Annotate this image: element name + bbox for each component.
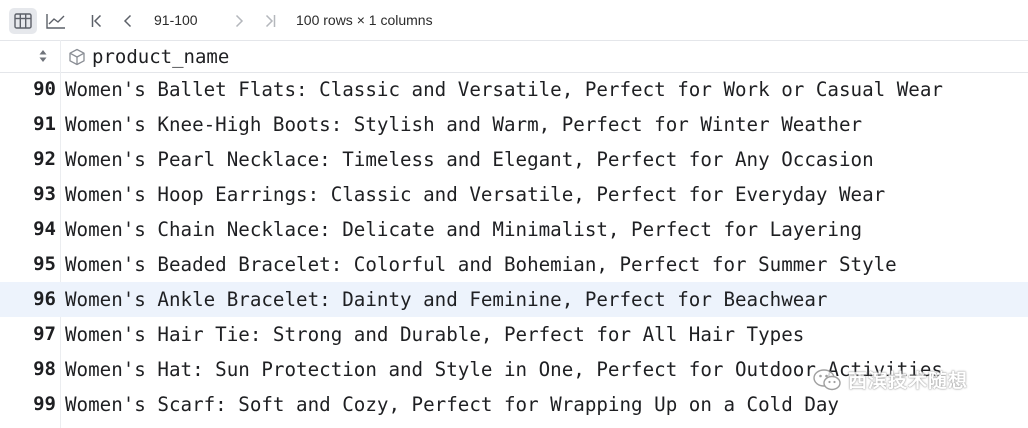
cell-product-name[interactable]: Women's Ankle Bracelet: Dainty and Femin…: [65, 288, 827, 311]
wechat-logo-icon: [813, 368, 841, 390]
row-number: 91: [33, 113, 56, 135]
table-row[interactable]: 92 Women's Pearl Necklace: Timeless and …: [0, 142, 1028, 177]
first-page-button[interactable]: [83, 8, 111, 34]
row-number: 95: [33, 253, 56, 275]
cell-product-name[interactable]: Women's Beaded Bracelet: Colorful and Bo…: [65, 253, 897, 276]
last-page-button[interactable]: [256, 8, 284, 34]
row-number: 92: [33, 148, 56, 170]
row-number: 99: [33, 393, 56, 415]
last-page-icon: [265, 14, 276, 28]
cell-product-name[interactable]: Women's Chain Necklace: Delicate and Min…: [65, 218, 862, 241]
row-number: 97: [33, 323, 56, 345]
cell-product-name[interactable]: Women's Pearl Necklace: Timeless and Ele…: [65, 148, 874, 171]
watermark-text: 西滨技术随想: [848, 370, 969, 392]
line-chart-icon: [46, 14, 65, 29]
watermark: 西滨技术随想: [812, 366, 968, 393]
table-row[interactable]: 91 Women's Knee-High Boots: Stylish and …: [0, 107, 1028, 142]
row-number: 93: [33, 183, 56, 205]
cell-product-name[interactable]: Women's Scarf: Soft and Cozy, Perfect fo…: [65, 393, 839, 416]
row-number: 96: [33, 288, 56, 310]
first-page-icon: [91, 14, 102, 28]
next-page-button[interactable]: [225, 8, 253, 34]
table-row[interactable]: 97 Women's Hair Tie: Strong and Durable,…: [0, 317, 1028, 352]
table-row-selected[interactable]: 96 Women's Ankle Bracelet: Dainty and Fe…: [0, 282, 1028, 317]
table-row[interactable]: 90 Women's Ballet Flats: Classic and Ver…: [0, 72, 1028, 107]
toolbar: 91-100 100 rows × 1 columns: [0, 0, 1028, 40]
cube-icon: [69, 48, 85, 66]
column-header-product-name[interactable]: product_name: [92, 46, 229, 68]
cell-product-name[interactable]: Women's Hair Tie: Strong and Durable, Pe…: [65, 323, 804, 346]
table-row[interactable]: 95 Women's Beaded Bracelet: Colorful and…: [0, 247, 1028, 282]
table-row[interactable]: 94 Women's Chain Necklace: Delicate and …: [0, 212, 1028, 247]
table-grid-icon: [14, 13, 32, 29]
prev-page-button[interactable]: [114, 8, 142, 34]
row-number: 98: [33, 358, 56, 380]
table-view-button[interactable]: [9, 8, 37, 34]
cell-product-name[interactable]: Women's Knee-High Boots: Stylish and War…: [65, 113, 862, 136]
table-row[interactable]: 93 Women's Hoop Earrings: Classic and Ve…: [0, 177, 1028, 212]
column-header-row: product_name: [0, 40, 1028, 73]
chart-view-button[interactable]: [42, 8, 70, 34]
chevron-left-icon: [123, 14, 132, 28]
row-number: 94: [33, 218, 56, 240]
chevron-right-icon: [235, 14, 244, 28]
row-number: 90: [33, 78, 56, 100]
cell-product-name[interactable]: Women's Ballet Flats: Classic and Versat…: [65, 78, 943, 101]
sort-updown-icon[interactable]: [38, 48, 48, 64]
rows-columns-summary: 100 rows × 1 columns: [296, 12, 433, 28]
page-range[interactable]: 91-100: [154, 12, 198, 28]
cell-product-name[interactable]: Women's Hoop Earrings: Classic and Versa…: [65, 183, 885, 206]
